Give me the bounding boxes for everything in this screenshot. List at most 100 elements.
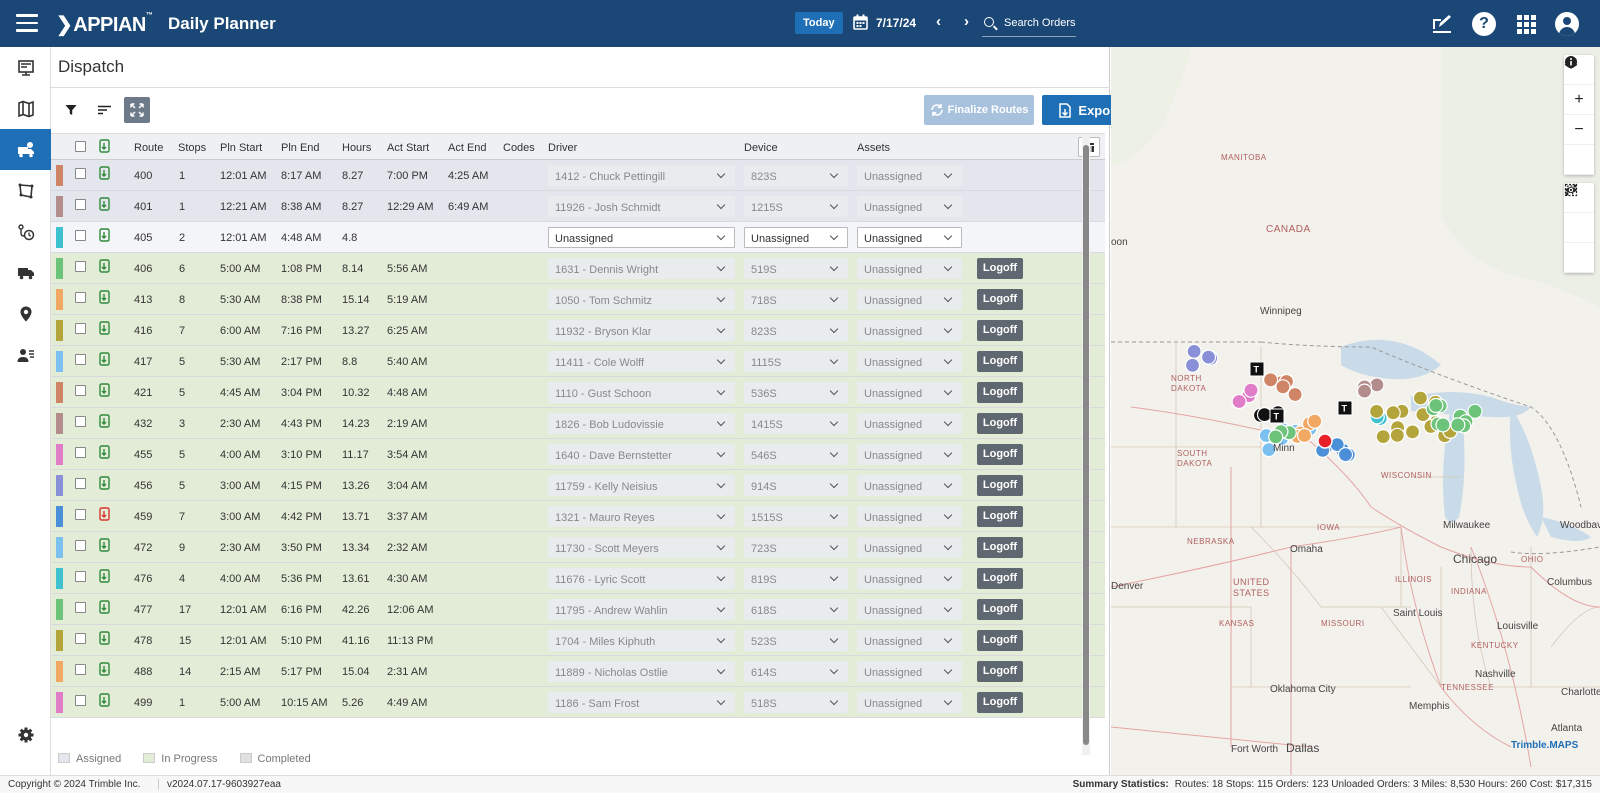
col-pln-start[interactable]: Pln Start xyxy=(220,142,262,154)
cell-route[interactable]: 477 xyxy=(134,604,152,616)
route-stop-marker[interactable] xyxy=(1404,424,1421,440)
sidebar-item-locations[interactable] xyxy=(0,293,51,334)
table-row[interactable]: 421 5 4:45 AM 3:04 PM 10.32 4:48 AM 1110 - Gus… xyxy=(51,377,1105,408)
route-stop-marker[interactable] xyxy=(1450,417,1466,433)
route-stop-marker[interactable] xyxy=(1337,447,1354,463)
driver-select[interactable]: 1110 - Gust Schoon xyxy=(548,382,735,403)
logoff-button[interactable]: Logoff xyxy=(977,475,1023,496)
logoff-button[interactable]: Logoff xyxy=(977,599,1023,620)
assets-select[interactable]: Unassigned xyxy=(857,630,962,651)
device-status-icon[interactable] xyxy=(99,538,111,552)
table-row[interactable]: 455 5 4:00 AM 3:10 PM 11.17 3:54 AM 1640 - Dav… xyxy=(51,439,1105,470)
device-select[interactable]: 1515S xyxy=(744,506,848,527)
row-checkbox[interactable] xyxy=(75,695,86,706)
cell-route[interactable]: 476 xyxy=(134,573,152,585)
assets-select[interactable]: Unassigned xyxy=(857,506,962,527)
logoff-button[interactable]: Logoff xyxy=(977,289,1023,310)
logoff-button[interactable]: Logoff xyxy=(977,351,1023,372)
driver-select[interactable]: 11730 - Scott Meyers xyxy=(548,537,735,558)
sidebar-item-schedule[interactable] xyxy=(0,211,51,252)
driver-select[interactable]: 1186 - Sam Frost xyxy=(548,692,735,713)
driver-select[interactable]: 11926 - Josh Schmidt xyxy=(548,196,735,217)
device-select[interactable]: 1215S xyxy=(744,196,848,217)
device-select[interactable]: 536S xyxy=(744,382,848,403)
cell-route[interactable]: 432 xyxy=(134,418,152,430)
logoff-button[interactable]: Logoff xyxy=(977,506,1023,527)
cell-route[interactable]: 459 xyxy=(134,511,152,523)
driver-select[interactable]: 11889 - Nicholas Ostlie xyxy=(548,661,735,682)
device-status-icon[interactable] xyxy=(99,228,111,242)
route-stop-marker[interactable] xyxy=(1231,393,1247,410)
sidebar-item-drivers[interactable] xyxy=(0,334,51,375)
device-status-icon[interactable] xyxy=(99,166,111,180)
assets-select[interactable]: Unassigned xyxy=(857,196,962,217)
search-orders-input[interactable]: Search Orders xyxy=(982,12,1076,37)
driver-select[interactable]: Unassigned xyxy=(548,227,735,248)
driver-select[interactable]: 11795 - Andrew Wahlin xyxy=(548,599,735,620)
menu-icon[interactable] xyxy=(16,14,38,32)
device-select[interactable]: 1415S xyxy=(744,413,848,434)
device-status-icon[interactable] xyxy=(99,321,111,335)
row-checkbox[interactable] xyxy=(75,385,86,396)
user-account-icon[interactable] xyxy=(1555,12,1579,36)
filter-button[interactable] xyxy=(58,97,84,123)
today-button[interactable]: Today xyxy=(795,12,843,34)
selected-date[interactable]: 7/17/24 xyxy=(876,16,916,30)
cell-route[interactable]: 416 xyxy=(134,325,152,337)
cell-route[interactable]: 499 xyxy=(134,697,152,709)
device-select[interactable]: 518S xyxy=(744,692,848,713)
logoff-button[interactable]: Logoff xyxy=(977,537,1023,558)
table-row[interactable]: 478 15 12:01 AM 5:10 PM 41.16 11:13 PM 1704 - … xyxy=(51,625,1105,656)
table-row[interactable]: 432 3 2:30 AM 4:43 PM 14.23 2:19 AM 1826 - Bob… xyxy=(51,408,1105,439)
alert-stop-marker[interactable] xyxy=(1317,433,1333,449)
logoff-button[interactable]: Logoff xyxy=(977,382,1023,403)
help-icon[interactable]: ? xyxy=(1472,12,1496,36)
edit-notes-icon[interactable] xyxy=(1430,12,1454,36)
route-stop-marker[interactable] xyxy=(1275,379,1291,395)
col-hours[interactable]: Hours xyxy=(342,142,371,154)
device-select[interactable]: 614S xyxy=(744,661,848,682)
cell-route[interactable]: 421 xyxy=(134,387,152,399)
assets-select[interactable]: Unassigned xyxy=(857,258,962,279)
device-status-icon[interactable] xyxy=(99,290,111,304)
cell-route[interactable]: 401 xyxy=(134,201,152,213)
col-codes[interactable]: Codes xyxy=(503,142,535,154)
logoff-button[interactable]: Logoff xyxy=(977,630,1023,651)
expand-button[interactable] xyxy=(124,97,150,123)
device-select[interactable]: 823S xyxy=(744,165,848,186)
finalize-routes-button[interactable]: Finalize Routes xyxy=(924,95,1034,125)
scrollbar-thumb[interactable] xyxy=(1083,145,1089,745)
table-row[interactable]: 406 6 5:00 AM 1:08 PM 8.14 5:56 AM 1631 - Denn… xyxy=(51,253,1105,284)
apps-grid-icon[interactable] xyxy=(1514,12,1538,36)
route-stop-marker[interactable] xyxy=(1307,413,1323,429)
driver-select[interactable]: 11411 - Cole Wolff xyxy=(548,351,735,372)
device-select[interactable]: 823S xyxy=(744,320,848,341)
driver-select[interactable]: 1826 - Bob Ludovissie xyxy=(548,413,735,434)
table-row[interactable]: 476 4 4:00 AM 5:36 PM 13.61 4:30 AM 11676 - Ly… xyxy=(51,563,1105,594)
sidebar-item-trucks[interactable] xyxy=(0,252,51,293)
logoff-button[interactable]: Logoff xyxy=(977,413,1023,434)
route-stop-marker[interactable] xyxy=(1435,417,1451,433)
col-route[interactable]: Route xyxy=(134,142,163,154)
row-checkbox[interactable] xyxy=(75,664,86,675)
row-checkbox[interactable] xyxy=(75,292,86,303)
prev-date-icon[interactable]: ‹ xyxy=(936,13,941,30)
device-status-icon[interactable] xyxy=(99,662,111,676)
route-stop-marker[interactable] xyxy=(1268,429,1284,445)
assets-select[interactable]: Unassigned xyxy=(857,444,962,465)
cell-route[interactable]: 455 xyxy=(134,449,152,461)
table-row[interactable]: 488 14 2:15 AM 5:17 PM 15.04 2:31 AM 11889 - N… xyxy=(51,656,1105,687)
device-select[interactable]: 523S xyxy=(744,630,848,651)
col-assets[interactable]: Assets xyxy=(857,142,890,154)
assets-select[interactable]: Unassigned xyxy=(857,165,962,186)
sidebar-item-zones[interactable] xyxy=(0,170,51,211)
device-status-icon[interactable] xyxy=(99,631,111,645)
driver-select[interactable]: 11676 - Lyric Scott xyxy=(548,568,735,589)
driver-select[interactable]: 1412 - Chuck Pettingill xyxy=(548,165,735,186)
row-checkbox[interactable] xyxy=(75,354,86,365)
row-checkbox[interactable] xyxy=(75,230,86,241)
table-row[interactable]: 499 1 5:00 AM 10:15 AM 5.26 4:49 AM 1186 - Sam… xyxy=(51,687,1105,718)
device-status-icon[interactable] xyxy=(99,197,111,211)
route-stop-marker[interactable] xyxy=(1186,343,1202,359)
route-stop-marker[interactable] xyxy=(1356,383,1373,399)
